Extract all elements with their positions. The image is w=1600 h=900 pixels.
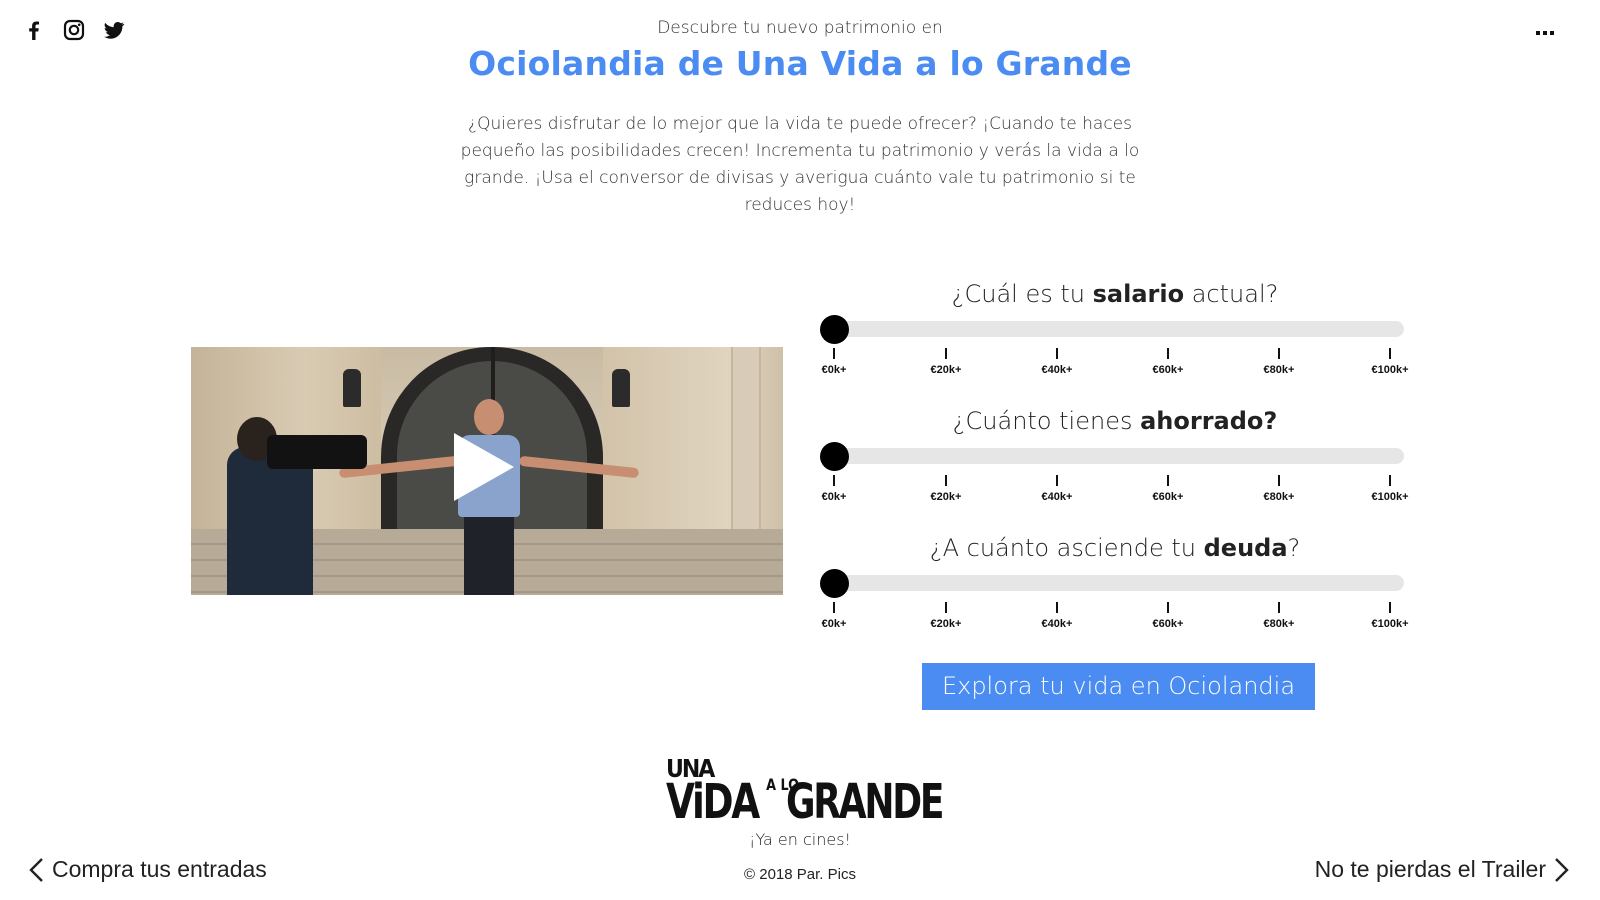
tick-mark [1167, 602, 1169, 613]
slider-tick: €100k+ [1370, 602, 1410, 630]
debt-question-text-end: ? [1287, 534, 1301, 562]
salary-slider-track[interactable] [834, 321, 1404, 337]
slider-tick: €40k+ [1037, 475, 1077, 503]
video-frame-lamp [343, 369, 361, 407]
debt-slider-handle[interactable] [820, 569, 849, 598]
tick-label: €60k+ [1152, 364, 1184, 376]
slider-tick: €60k+ [1148, 475, 1188, 503]
video-frame-lamp [612, 369, 630, 407]
slider-tick: €0k+ [814, 348, 854, 376]
tick-mark [1056, 602, 1058, 613]
savings-slider-handle[interactable] [820, 442, 849, 471]
tick-label: €60k+ [1152, 491, 1184, 503]
slider-tick: €20k+ [926, 475, 966, 503]
tick-label: €20k+ [930, 364, 962, 376]
tick-mark [1278, 475, 1280, 486]
savings-question-text: ¿Cuánto tienes [952, 407, 1141, 435]
tick-mark [1056, 475, 1058, 486]
page-title: Ociolandia de Una Vida a lo Grande [468, 44, 1132, 83]
tick-label: €80k+ [1263, 364, 1295, 376]
tick-label: €80k+ [1263, 491, 1295, 503]
slider-tick: €60k+ [1148, 602, 1188, 630]
slider-tick: €80k+ [1259, 348, 1299, 376]
header-eyebrow: Descubre tu nuevo patrimonio en [657, 18, 943, 38]
slider-tick: €40k+ [1037, 602, 1077, 630]
tick-label: €100k+ [1371, 618, 1409, 630]
slider-tick: €100k+ [1370, 348, 1410, 376]
video-frame-cameraman [227, 387, 367, 595]
play-icon[interactable] [454, 433, 514, 501]
tick-mark [945, 348, 947, 359]
slider-tick: €0k+ [814, 475, 854, 503]
tick-mark [1389, 348, 1391, 359]
tick-label: €100k+ [1371, 364, 1409, 376]
chevron-left-icon [29, 857, 43, 882]
buy-tickets-label: Compra tus entradas [52, 856, 267, 882]
logo-vida: ViDA [666, 774, 760, 830]
tick-mark [1389, 475, 1391, 486]
slider-tick: €60k+ [1148, 348, 1188, 376]
tick-label: €0k+ [821, 618, 847, 630]
tick-mark [833, 348, 835, 359]
movie-logo: UNA ViDA A LO GRANDE [666, 755, 944, 830]
trailer-label: No te pierdas el Trailer [1314, 856, 1546, 882]
slider-tick: €100k+ [1370, 475, 1410, 503]
salary-question-bold: salario [1092, 280, 1185, 308]
tick-label: €0k+ [821, 491, 847, 503]
chevron-right-icon [1555, 857, 1569, 882]
tick-label: €40k+ [1041, 364, 1073, 376]
debt-slider-track[interactable] [834, 575, 1404, 591]
tick-mark [1167, 348, 1169, 359]
tick-mark [1167, 475, 1169, 486]
salary-question-text-end: actual? [1184, 280, 1279, 308]
slider-tick: €20k+ [926, 348, 966, 376]
tick-mark [945, 602, 947, 613]
slider-tick: €80k+ [1259, 475, 1299, 503]
tagline: ¡Ya en cines! [749, 830, 851, 849]
intro-paragraph: ¿Quieres disfrutar de lo mejor que la vi… [460, 114, 1140, 215]
tick-mark [1278, 602, 1280, 613]
debt-question-bold: deuda [1203, 534, 1288, 562]
savings-question-label: ¿Cuánto tienes ahorrado? [820, 407, 1410, 435]
slider-tick: €80k+ [1259, 602, 1299, 630]
debt-question-label: ¿A cuánto asciende tu deuda? [820, 534, 1410, 562]
tick-mark [1278, 348, 1280, 359]
tick-label: €20k+ [930, 618, 962, 630]
tick-label: €20k+ [930, 491, 962, 503]
savings-slider-track[interactable] [834, 448, 1404, 464]
salary-slider-ticks: €0k+ €20k+ €40k+ €60k+ €80k+ €100k+ [820, 348, 1420, 378]
debt-question-text: ¿A cuánto asciende tu [929, 534, 1204, 562]
slider-tick: €20k+ [926, 602, 966, 630]
logo-grande: GRANDE [786, 774, 944, 830]
salary-question-label: ¿Cuál es tu salario actual? [820, 280, 1410, 308]
slider-tick: €0k+ [814, 602, 854, 630]
tick-label: €0k+ [821, 364, 847, 376]
savings-question-bold: ahorrado? [1140, 407, 1278, 435]
trailer-link[interactable]: No te pierdas el Trailer [1315, 856, 1570, 883]
tick-mark [945, 475, 947, 486]
slider-tick: €40k+ [1037, 348, 1077, 376]
tick-label: €60k+ [1152, 618, 1184, 630]
tick-label: €80k+ [1263, 618, 1295, 630]
buy-tickets-link[interactable]: Compra tus entradas [28, 856, 267, 883]
tick-label: €40k+ [1041, 491, 1073, 503]
video-player[interactable] [191, 347, 783, 595]
savings-slider-ticks: €0k+ €20k+ €40k+ €60k+ €80k+ €100k+ [820, 475, 1420, 505]
debt-slider-ticks: €0k+ €20k+ €40k+ €60k+ €80k+ €100k+ [820, 602, 1420, 632]
salary-question-text: ¿Cuál es tu [951, 280, 1093, 308]
tick-mark [1056, 348, 1058, 359]
tick-label: €100k+ [1371, 491, 1409, 503]
tick-mark [1389, 602, 1391, 613]
tick-label: €40k+ [1041, 618, 1073, 630]
explore-button[interactable]: Explora tu vida en Ociolandia [922, 663, 1315, 710]
tick-mark [833, 475, 835, 486]
salary-slider-handle[interactable] [820, 315, 849, 344]
tick-mark [833, 602, 835, 613]
